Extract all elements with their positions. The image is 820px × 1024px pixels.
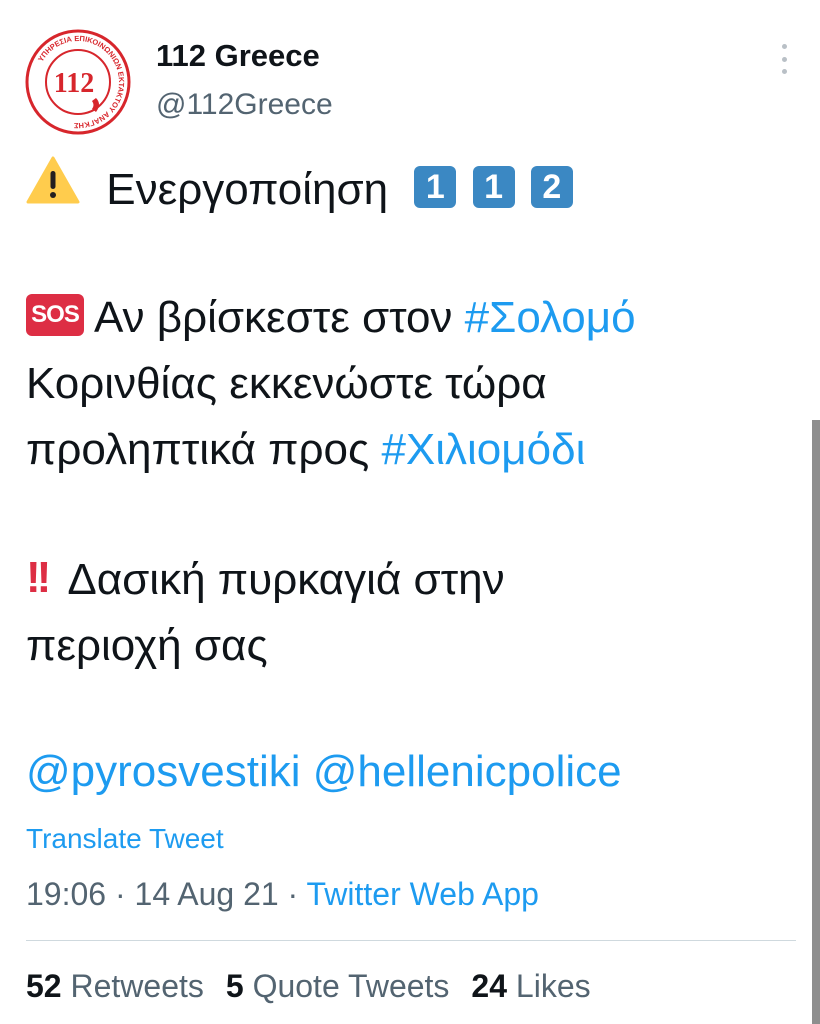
likes-label: Likes <box>515 968 591 1004</box>
tweet-line: περιοχή σας <box>26 621 268 670</box>
tweet-mentions: @pyrosvestiki @hellenicpolice <box>26 744 622 800</box>
avatar-number: 112 <box>54 68 94 99</box>
quote-tweets-label: Quote Tweets <box>252 968 450 1004</box>
tweet-text: Ενεργοποίηση <box>106 164 389 214</box>
warning-icon <box>26 155 80 219</box>
retweets-count: 52 <box>26 968 62 1004</box>
hashtag-link[interactable]: #Χιλιομόδι <box>381 425 585 474</box>
retweets-stat[interactable]: 52 Retweets <box>26 968 204 1004</box>
tweet-line-evacuation: SOS Αν βρίσκεστε στον #Σολομό <box>26 290 636 346</box>
separator: · <box>287 876 299 912</box>
tweet-line-fire: !! Δασική πυρκαγιά στην <box>26 552 505 608</box>
quote-tweets-stat[interactable]: 5 Quote Tweets <box>226 968 450 1004</box>
likes-stat[interactable]: 24 Likes <box>471 968 590 1004</box>
quote-tweets-count: 5 <box>225 968 244 1004</box>
tweet-text: Αν βρίσκεστε στον <box>94 293 453 342</box>
divider <box>26 940 796 941</box>
tweet-text: προληπτικά προς <box>26 425 370 474</box>
keycap-1-icon: 1 <box>472 166 515 208</box>
tweet-header: ΥΠΗΡΕΣΙΑ ΕΠΙΚΟΙΝΩΝΙΩΝ ΕΚΤΑΚΤΟΥ ΑΝΑΓΚΗΣ 1… <box>24 28 800 138</box>
tweet-line-activation: Ενεργοποίηση 1 1 2 <box>26 156 573 224</box>
tweet-source-link[interactable]: Twitter Web App <box>307 876 539 912</box>
separator: · <box>114 876 126 912</box>
scrollbar[interactable] <box>812 420 820 1024</box>
keycap-2-icon: 2 <box>530 166 573 208</box>
avatar-logo: ΥΠΗΡΕΣΙΑ ΕΠΙΚΟΙΝΩΝΙΩΝ ΕΚΤΑΚΤΟΥ ΑΝΑΓΚΗΣ 1… <box>25 29 131 135</box>
avatar[interactable]: ΥΠΗΡΕΣΙΑ ΕΠΙΚΟΙΝΩΝΙΩΝ ΕΚΤΑΚΤΟΥ ΑΝΑΓΚΗΣ 1… <box>24 28 132 136</box>
tweet-date[interactable]: 14 Aug 21 <box>135 876 279 912</box>
tweet-stats: 52 Retweets 5 Quote Tweets 24 Likes <box>26 968 591 1005</box>
user-handle[interactable]: @112Greece <box>156 88 333 122</box>
more-options-icon[interactable] <box>778 44 790 74</box>
tweet-line: Κορινθίας εκκενώστε τώρα <box>26 359 547 408</box>
keycap-1-icon: 1 <box>414 166 457 208</box>
tweet-text: Δασική πυρκαγιά στην <box>67 555 505 604</box>
double-exclamation-icon: !! <box>26 553 51 602</box>
tweet-time[interactable]: 19:06 <box>26 876 106 912</box>
mention-link[interactable]: @hellenicpolice <box>313 747 622 796</box>
tweet-meta: 19:06 · 14 Aug 21 · Twitter Web App <box>26 876 539 913</box>
tweet-line: προληπτικά προς #Χιλιομόδι <box>26 422 585 478</box>
translate-tweet-link[interactable]: Translate Tweet <box>26 823 224 855</box>
sos-icon: SOS <box>26 294 84 337</box>
retweets-label: Retweets <box>70 968 204 1004</box>
display-name[interactable]: 112 Greece <box>156 38 320 74</box>
mention-link[interactable]: @pyrosvestiki <box>26 747 301 796</box>
likes-count: 24 <box>471 968 508 1004</box>
hashtag-link[interactable]: #Σολομό <box>465 293 636 342</box>
